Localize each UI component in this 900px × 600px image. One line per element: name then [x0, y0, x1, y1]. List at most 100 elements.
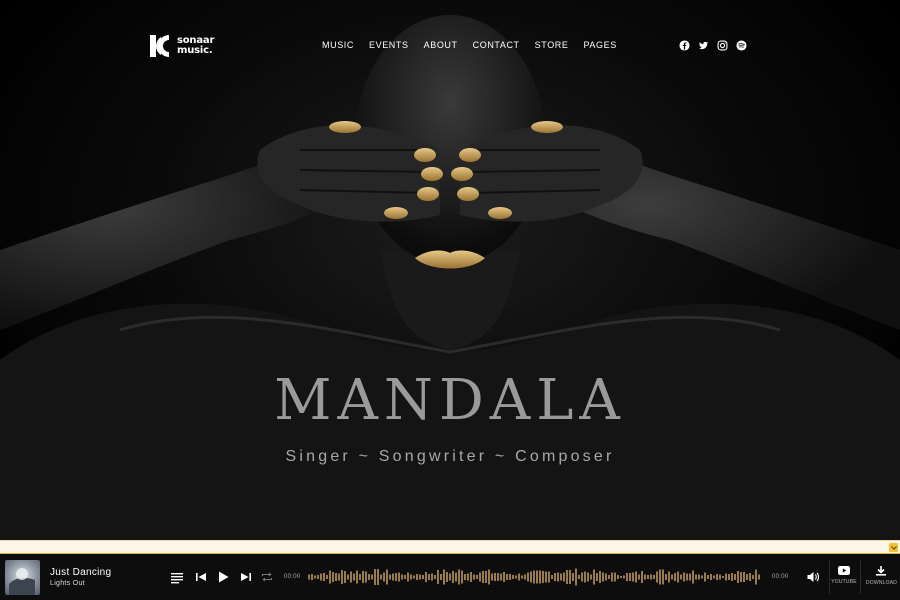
twitter-icon[interactable] — [698, 40, 709, 51]
waveform-bar — [434, 575, 436, 579]
waveform-bar — [707, 575, 709, 579]
waveform-bar — [512, 575, 514, 579]
waveform-bar — [644, 574, 646, 580]
album-cover-art — [9, 568, 35, 595]
waveform-bar — [740, 572, 742, 582]
waveform-bar — [422, 575, 424, 579]
brand-logo[interactable]: sonaar music. — [147, 33, 214, 59]
waveform-bar — [521, 575, 523, 579]
waveform-bar — [725, 573, 727, 581]
hero-subtitle: Singer ~ Songwriter ~ Composer — [285, 448, 615, 465]
waveform-bar — [542, 571, 544, 583]
nav-item-events[interactable]: EVENTS — [369, 40, 409, 50]
play-icon[interactable] — [216, 570, 230, 584]
waveform-bar — [311, 574, 313, 580]
waveform-bar — [317, 575, 319, 579]
brand-line-2: music. — [177, 45, 213, 56]
waveform-bar — [719, 574, 721, 580]
waveform-bar — [569, 570, 571, 584]
waveform-bar — [509, 574, 511, 580]
total-time: 00:00 — [772, 574, 789, 580]
waveform-bar — [662, 569, 664, 585]
youtube-label: YOUTUBE — [831, 579, 857, 585]
waveform-bar — [659, 569, 661, 585]
waveform-bar — [416, 574, 418, 580]
waveform-bar — [452, 571, 454, 583]
waveform-bar — [386, 569, 388, 585]
download-button[interactable]: DOWNLOAD — [866, 566, 898, 586]
waveform-bar — [590, 574, 592, 580]
waveform-bar — [461, 570, 463, 584]
waveform-bar — [656, 571, 658, 583]
repeat-icon[interactable] — [260, 570, 274, 584]
nav-item-store[interactable]: STORE — [535, 40, 569, 50]
waveform-bar — [638, 574, 640, 580]
audio-waveform[interactable] — [308, 566, 762, 588]
waveform-bar — [491, 573, 493, 581]
waveform-bar — [362, 571, 364, 583]
waveform-bar — [743, 572, 745, 582]
player-progress-strip[interactable] — [0, 540, 900, 554]
waveform-bar — [449, 573, 451, 581]
waveform-bar — [746, 574, 748, 580]
waveform-bar — [488, 569, 490, 585]
waveform-bar — [647, 575, 649, 579]
waveform-bar — [497, 573, 499, 581]
waveform-bar — [572, 573, 574, 581]
waveform-bar — [602, 572, 604, 582]
player-toggle-button[interactable] — [889, 543, 898, 552]
waveform-bar — [314, 575, 316, 579]
download-label: DOWNLOAD — [866, 580, 898, 586]
waveform-bar — [455, 572, 457, 582]
waveform-bar — [563, 572, 565, 582]
waveform-bar — [368, 574, 370, 580]
waveform-bar — [635, 571, 637, 583]
waveform-bar — [551, 575, 553, 579]
waveform-bar — [326, 575, 328, 579]
waveform-bar — [629, 573, 631, 581]
waveform-bar — [581, 572, 583, 582]
youtube-button[interactable]: YOUTUBE — [829, 566, 859, 585]
waveform-bar — [428, 574, 430, 580]
main-nav: MUSIC EVENTS ABOUT CONTACT STORE PAGES — [322, 40, 617, 50]
playlist-icon[interactable] — [170, 570, 184, 584]
waveform-bar — [755, 569, 757, 585]
waveform-bar — [617, 575, 619, 579]
waveform-bar — [425, 572, 427, 582]
waveform-bar — [560, 573, 562, 581]
waveform-bar — [752, 575, 754, 579]
waveform-bar — [731, 573, 733, 581]
waveform-bar — [377, 569, 379, 585]
waveform-bar — [506, 574, 508, 580]
waveform-bar — [494, 573, 496, 581]
waveform-bar — [692, 570, 694, 584]
waveform-bar — [470, 572, 472, 582]
nav-item-music[interactable]: MUSIC — [322, 40, 354, 50]
waveform-bar — [464, 574, 466, 580]
album-cover[interactable] — [5, 560, 40, 595]
waveform-bar — [632, 572, 634, 582]
waveform-bar — [641, 571, 643, 583]
nav-item-pages[interactable]: PAGES — [584, 40, 617, 50]
spotify-icon[interactable] — [736, 40, 747, 51]
waveform-bar — [566, 570, 568, 584]
previous-track-icon[interactable] — [194, 570, 208, 584]
facebook-icon[interactable] — [679, 40, 690, 51]
waveform-bar — [620, 576, 622, 578]
waveform-bar — [329, 570, 331, 584]
next-track-icon[interactable] — [239, 570, 253, 584]
instagram-icon[interactable] — [717, 40, 728, 51]
volume-icon[interactable] — [806, 570, 820, 584]
nav-item-about[interactable]: ABOUT — [424, 40, 458, 50]
youtube-icon — [838, 566, 850, 575]
waveform-bar — [401, 574, 403, 580]
waveform-bar — [515, 575, 517, 579]
waveform-bar — [650, 574, 652, 580]
waveform-bar — [758, 574, 760, 580]
waveform-bar — [527, 572, 529, 582]
waveform-bar — [437, 570, 439, 584]
waveform-bar — [728, 574, 730, 580]
nav-item-contact[interactable]: CONTACT — [473, 40, 520, 50]
waveform-bar — [392, 573, 394, 581]
waveform-bar — [485, 571, 487, 583]
